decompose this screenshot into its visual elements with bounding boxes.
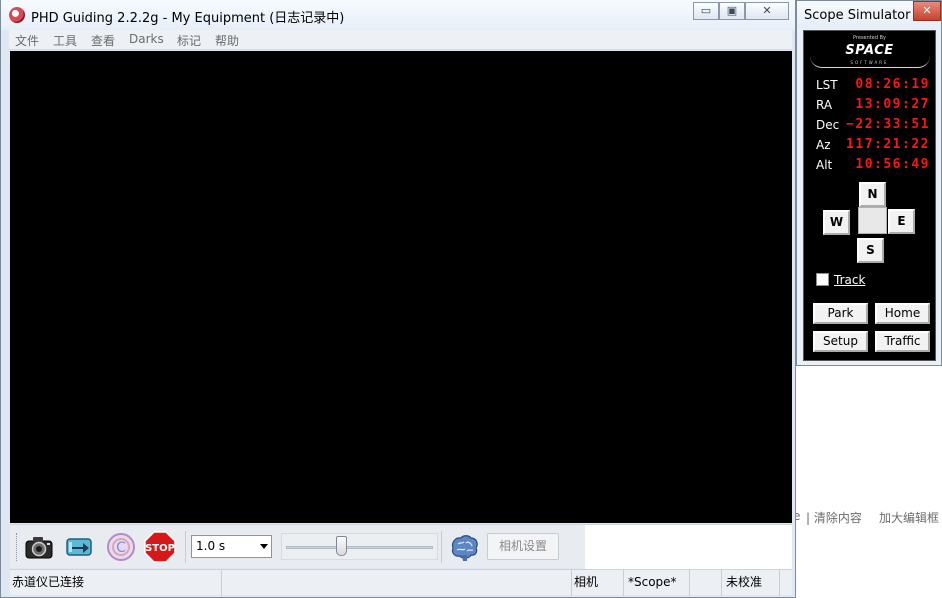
lst-label: LST (816, 78, 838, 92)
close-button[interactable]: ✕ (745, 2, 789, 20)
toolbar-separator (185, 531, 186, 563)
alt-value: 10:56:49 (855, 157, 930, 172)
phd-guiding-window: PHD Guiding 2.2.2g - My Equipment (日志记录中… (0, 0, 796, 598)
track-label[interactable]: Track (834, 273, 865, 287)
traffic-button[interactable]: Traffic (875, 331, 930, 352)
status-message: 赤道仪已连接 (10, 570, 222, 596)
home-button[interactable]: Home (875, 303, 930, 324)
brain-settings-icon[interactable] (448, 531, 480, 563)
phd-titlebar[interactable]: PHD Guiding 2.2.2g - My Equipment (日志记录中… (1, 0, 795, 30)
stop-icon[interactable]: STOP (144, 531, 176, 563)
logo-subtitle: SOFTWARE (850, 60, 889, 65)
logo-presented-by: Presented By (853, 35, 886, 41)
ra-label: RA (816, 98, 833, 112)
scope-simulator-window: Scope Simulator ✕ Presented By SPACE SOF… (796, 0, 942, 366)
scope-control-panel: Presented By SPACE SOFTWARE LST 08:26:19… (803, 30, 936, 361)
south-button[interactable]: S (857, 238, 884, 263)
status-empty-field (222, 570, 572, 596)
slider-track (286, 546, 433, 549)
east-button[interactable]: E (888, 209, 915, 234)
menu-darks[interactable]: Darks (129, 32, 164, 46)
exposure-duration-select[interactable]: 1.0 s (191, 535, 272, 558)
menu-help[interactable]: 帮助 (215, 32, 239, 49)
status-calibration: 未校准 (722, 570, 780, 596)
scope-titlebar[interactable]: Scope Simulator ✕ (797, 1, 941, 29)
scope-close-button[interactable]: ✕ (913, 1, 941, 21)
ra-value: 13:09:27 (855, 97, 930, 112)
exposure-value: 1.0 s (196, 539, 226, 553)
enlarge-editor-link[interactable]: 加大编辑框 (879, 509, 939, 526)
toolbar-empty-area (585, 525, 792, 569)
toolbar-separator (441, 531, 442, 563)
minimize-button[interactable]: ▭ (693, 2, 719, 20)
direction-pad-center (858, 207, 887, 234)
dec-value: −22:33:51 (846, 117, 930, 132)
status-empty-field (690, 570, 722, 596)
menu-tools[interactable]: 工具 (53, 32, 77, 49)
dec-label: Dec (816, 118, 840, 132)
camera-settings-button[interactable]: 相机设置 (487, 533, 559, 560)
toolbar-grip[interactable] (16, 533, 18, 561)
restore-button[interactable]: ▣ (719, 2, 745, 20)
background-app-fragment: e | 清除内容 加大编辑框 (793, 500, 942, 598)
phd-app-icon (9, 7, 25, 23)
guide-camera-display[interactable] (10, 51, 792, 523)
west-button[interactable]: W (823, 210, 850, 235)
az-label: Az (816, 138, 831, 152)
track-checkbox[interactable] (816, 273, 829, 286)
svg-text:C: C (116, 540, 126, 556)
park-button[interactable]: Park (813, 303, 868, 324)
menu-view[interactable]: 查看 (91, 32, 115, 49)
menu-mark[interactable]: 标记 (177, 32, 201, 49)
phd-window-title: PHD Guiding 2.2.2g - My Equipment (日志记录中… (31, 11, 345, 26)
phd-menubar: 文件 工具 查看 Darks 标记 帮助 (9, 30, 792, 50)
setup-button[interactable]: Setup (813, 331, 868, 352)
status-camera: 相机 (572, 570, 624, 596)
north-button[interactable]: N (859, 182, 886, 207)
menu-file[interactable]: 文件 (15, 32, 39, 49)
slider-thumb[interactable] (336, 536, 347, 556)
phd-guide-icon[interactable]: C (105, 531, 137, 563)
chevron-down-icon (260, 544, 268, 549)
camera-connect-icon[interactable] (23, 531, 55, 563)
az-value: 117:21:22 (846, 137, 930, 152)
alt-label: Alt (816, 158, 833, 172)
stop-icon-label: STOP (145, 543, 175, 554)
clear-content-link[interactable]: | 清除内容 (806, 509, 862, 526)
loop-exposure-icon[interactable] (63, 531, 95, 563)
scope-window-title: Scope Simulator (804, 8, 911, 23)
lst-value: 08:26:19 (855, 77, 930, 92)
status-scope: *Scope* (624, 570, 690, 596)
phd-toolbar: C STOP 1.0 s 相机设置 (10, 524, 792, 569)
phd-statusbar: 赤道仪已连接 相机 *Scope* 未校准 (10, 569, 792, 596)
gamma-slider[interactable] (281, 533, 438, 560)
